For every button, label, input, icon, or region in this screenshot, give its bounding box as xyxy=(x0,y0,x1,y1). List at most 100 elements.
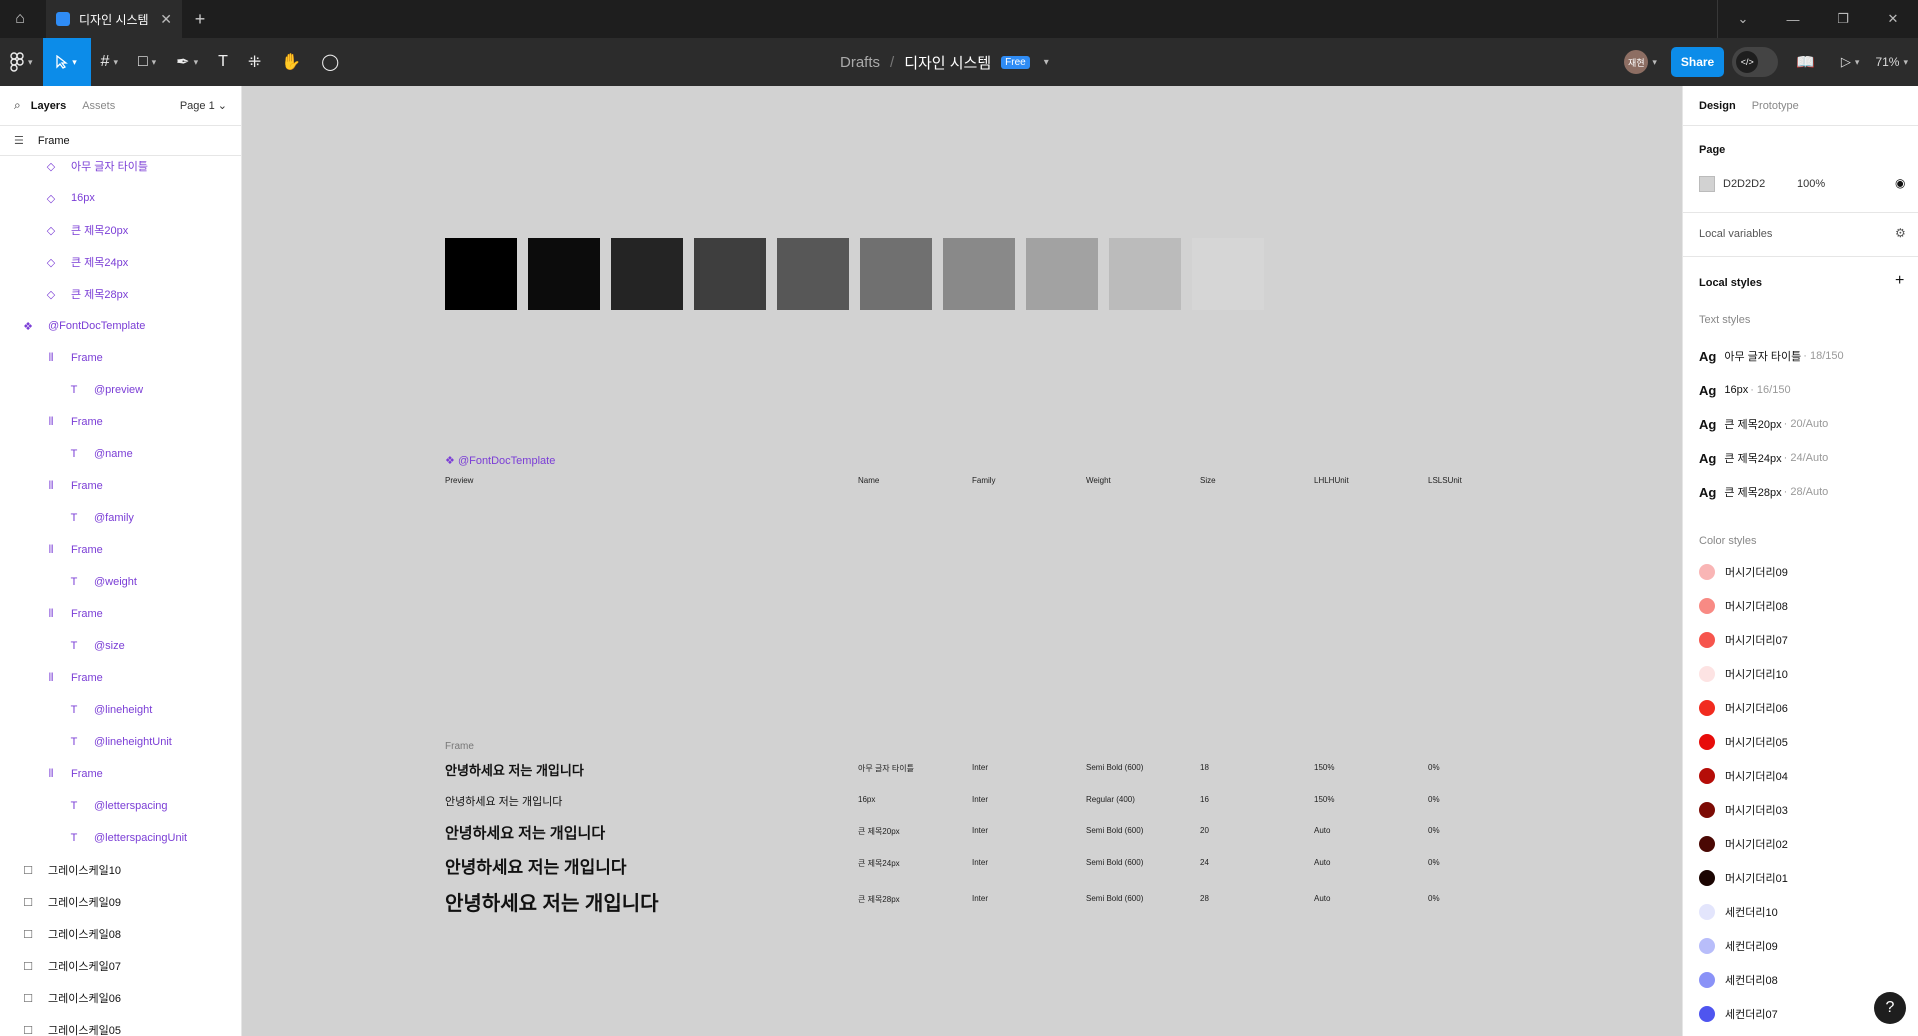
layer-item[interactable]: ☐ 그레이스케일05 xyxy=(20,1014,121,1036)
cell-family[interactable]: Inter xyxy=(972,858,988,867)
resources-tool[interactable]: ⁜ xyxy=(238,38,271,86)
window-close-button[interactable]: ✕ xyxy=(1868,0,1918,38)
new-tab-button[interactable]: + xyxy=(182,9,218,30)
layer-item[interactable]: ☐ 그레이스케일06 xyxy=(20,982,121,1014)
canvas[interactable]: ❖ @FontDocTemplate Preview Name Family Weig… xyxy=(242,86,1682,1036)
cell-name[interactable]: 아무 글자 타이틀 xyxy=(858,763,914,774)
preview-text[interactable]: 안녕하세요 저는 개입니다 xyxy=(445,887,659,916)
cell-size[interactable]: 16 xyxy=(1200,795,1209,804)
cell-family[interactable]: Inter xyxy=(972,826,988,835)
breadcrumb-drafts[interactable]: Drafts xyxy=(840,54,880,71)
cell-lh[interactable]: Auto xyxy=(1314,858,1330,867)
cell-lh[interactable]: 150% xyxy=(1314,795,1334,804)
tab-layers[interactable]: Layers xyxy=(31,100,66,112)
cell-size[interactable]: 18 xyxy=(1200,763,1209,772)
layer-item[interactable]: ⫴ Frame xyxy=(43,470,103,502)
text-style-item[interactable]: Ag 큰 제목24px · 24/Auto xyxy=(1699,450,1828,466)
page-selector[interactable]: Page 1 ⌄ xyxy=(180,99,227,112)
cell-weight[interactable]: Semi Bold (600) xyxy=(1086,894,1143,903)
cell-ls[interactable]: 0% xyxy=(1428,795,1440,804)
move-tool[interactable]: ▾ xyxy=(42,38,91,86)
layer-item[interactable]: ☐ 그레이스케일07 xyxy=(20,950,121,982)
chevron-down-icon[interactable]: ▾ xyxy=(1903,57,1908,68)
grayscale-swatch[interactable] xyxy=(860,238,932,310)
grayscale-swatch[interactable] xyxy=(777,238,849,310)
share-button[interactable]: Share xyxy=(1670,47,1725,77)
tab-design[interactable]: Design xyxy=(1699,100,1736,112)
tab-assets[interactable]: Assets xyxy=(82,100,115,112)
layer-item[interactable]: ◇ 큰 제목20px xyxy=(43,214,129,246)
main-menu-button[interactable]: ▾ xyxy=(0,38,43,86)
layer-item[interactable]: ☐ 그레이스케일09 xyxy=(20,886,121,918)
color-style-item[interactable]: 머시기더리02 xyxy=(1699,836,1788,852)
cell-ls[interactable]: 0% xyxy=(1428,894,1440,903)
cell-lh[interactable]: Auto xyxy=(1314,826,1330,835)
tab-prototype[interactable]: Prototype xyxy=(1752,100,1799,112)
grayscale-swatch[interactable] xyxy=(1109,238,1181,310)
chevron-down-icon[interactable]: ▾ xyxy=(1855,57,1860,68)
layer-item[interactable]: ◇ 큰 제목24px xyxy=(43,246,129,278)
cell-ls[interactable]: 0% xyxy=(1428,763,1440,772)
close-tab-icon[interactable]: ✕ xyxy=(160,11,172,28)
library-icon[interactable]: 📖 xyxy=(1796,53,1815,71)
layer-item[interactable]: T @weight xyxy=(66,566,137,598)
color-style-item[interactable]: 머시기더리07 xyxy=(1699,632,1788,648)
layer-item[interactable]: ◇ 아무 글자 타이틀 xyxy=(43,150,148,182)
preview-text[interactable]: 안녕하세요 저는 개입니다 xyxy=(445,822,605,843)
preview-text[interactable]: 안녕하세요 저는 개입니다 xyxy=(445,853,627,878)
layer-item[interactable]: ⫴ Frame xyxy=(43,406,103,438)
eye-icon[interactable]: ◉ xyxy=(1895,176,1905,190)
layer-item[interactable]: T @lineheightUnit xyxy=(66,726,172,758)
grayscale-swatch[interactable] xyxy=(1026,238,1098,310)
color-style-item[interactable]: 세컨더리07 xyxy=(1699,1006,1778,1022)
cell-family[interactable]: Inter xyxy=(972,763,988,772)
grayscale-swatch[interactable] xyxy=(1192,238,1264,310)
cell-size[interactable]: 20 xyxy=(1200,826,1209,835)
add-style-icon[interactable]: + xyxy=(1895,272,1904,290)
layer-item[interactable]: ☐ 그레이스케일10 xyxy=(20,854,121,886)
layer-item[interactable]: ⫴ Frame xyxy=(43,662,103,694)
color-style-item[interactable]: 머시기더리01 xyxy=(1699,870,1788,886)
local-variables-label[interactable]: Local variables xyxy=(1699,228,1772,240)
restore-button[interactable]: ❐ xyxy=(1818,0,1868,38)
layer-item[interactable]: T @size xyxy=(66,630,125,662)
cell-name[interactable]: 16px xyxy=(858,795,875,804)
layer-item[interactable]: ⫴ Frame xyxy=(43,758,103,790)
cell-name[interactable]: 큰 제목28px xyxy=(858,894,900,905)
cell-ls[interactable]: 0% xyxy=(1428,826,1440,835)
color-style-item[interactable]: 머시기더리03 xyxy=(1699,802,1788,818)
cell-size[interactable]: 24 xyxy=(1200,858,1209,867)
color-style-item[interactable]: 머시기더리04 xyxy=(1699,768,1788,784)
layer-item[interactable]: ❖ @FontDocTemplate xyxy=(20,310,145,342)
layer-item[interactable]: T @lineheight xyxy=(66,694,153,726)
cell-name[interactable]: 큰 제목24px xyxy=(858,858,900,869)
color-style-item[interactable]: 머시기더리06 xyxy=(1699,700,1788,716)
cell-name[interactable]: 큰 제목20px xyxy=(858,826,900,837)
avatar[interactable]: 재현 xyxy=(1624,50,1649,74)
layer-item[interactable]: T @letterspacing xyxy=(66,790,168,822)
variables-settings-icon[interactable]: ⚙ xyxy=(1895,226,1906,240)
grayscale-swatch[interactable] xyxy=(943,238,1015,310)
cell-size[interactable]: 28 xyxy=(1200,894,1209,903)
preview-text[interactable]: 안녕하세요 저는 개입니다 xyxy=(445,760,584,779)
search-icon[interactable]: ⌕ xyxy=(14,98,21,113)
grayscale-swatch[interactable] xyxy=(528,238,600,310)
layer-item[interactable]: T @letterspacingUnit xyxy=(66,822,187,854)
minimize-button[interactable]: — xyxy=(1768,0,1818,38)
layer-item[interactable]: T @family xyxy=(66,502,134,534)
grayscale-swatch[interactable] xyxy=(694,238,766,310)
dev-mode-toggle[interactable]: </> xyxy=(1732,47,1779,77)
page-opacity[interactable]: 100% xyxy=(1797,178,1825,190)
color-style-item[interactable]: 머시기더리08 xyxy=(1699,598,1788,614)
layer-item[interactable]: T @name xyxy=(66,438,133,470)
present-icon[interactable]: ▷ xyxy=(1841,54,1851,70)
cell-weight[interactable]: Semi Bold (600) xyxy=(1086,858,1143,867)
help-button[interactable]: ? xyxy=(1874,992,1906,1024)
color-style-item[interactable]: 머시기더리10 xyxy=(1699,666,1788,682)
layer-item[interactable]: ⫴ Frame xyxy=(43,342,103,374)
hand-tool[interactable]: ✋ xyxy=(271,38,311,86)
cell-weight[interactable]: Semi Bold (600) xyxy=(1086,826,1143,835)
text-tool[interactable]: T xyxy=(208,38,238,86)
cell-weight[interactable]: Regular (400) xyxy=(1086,795,1135,804)
zoom-level[interactable]: 71% xyxy=(1875,55,1899,69)
